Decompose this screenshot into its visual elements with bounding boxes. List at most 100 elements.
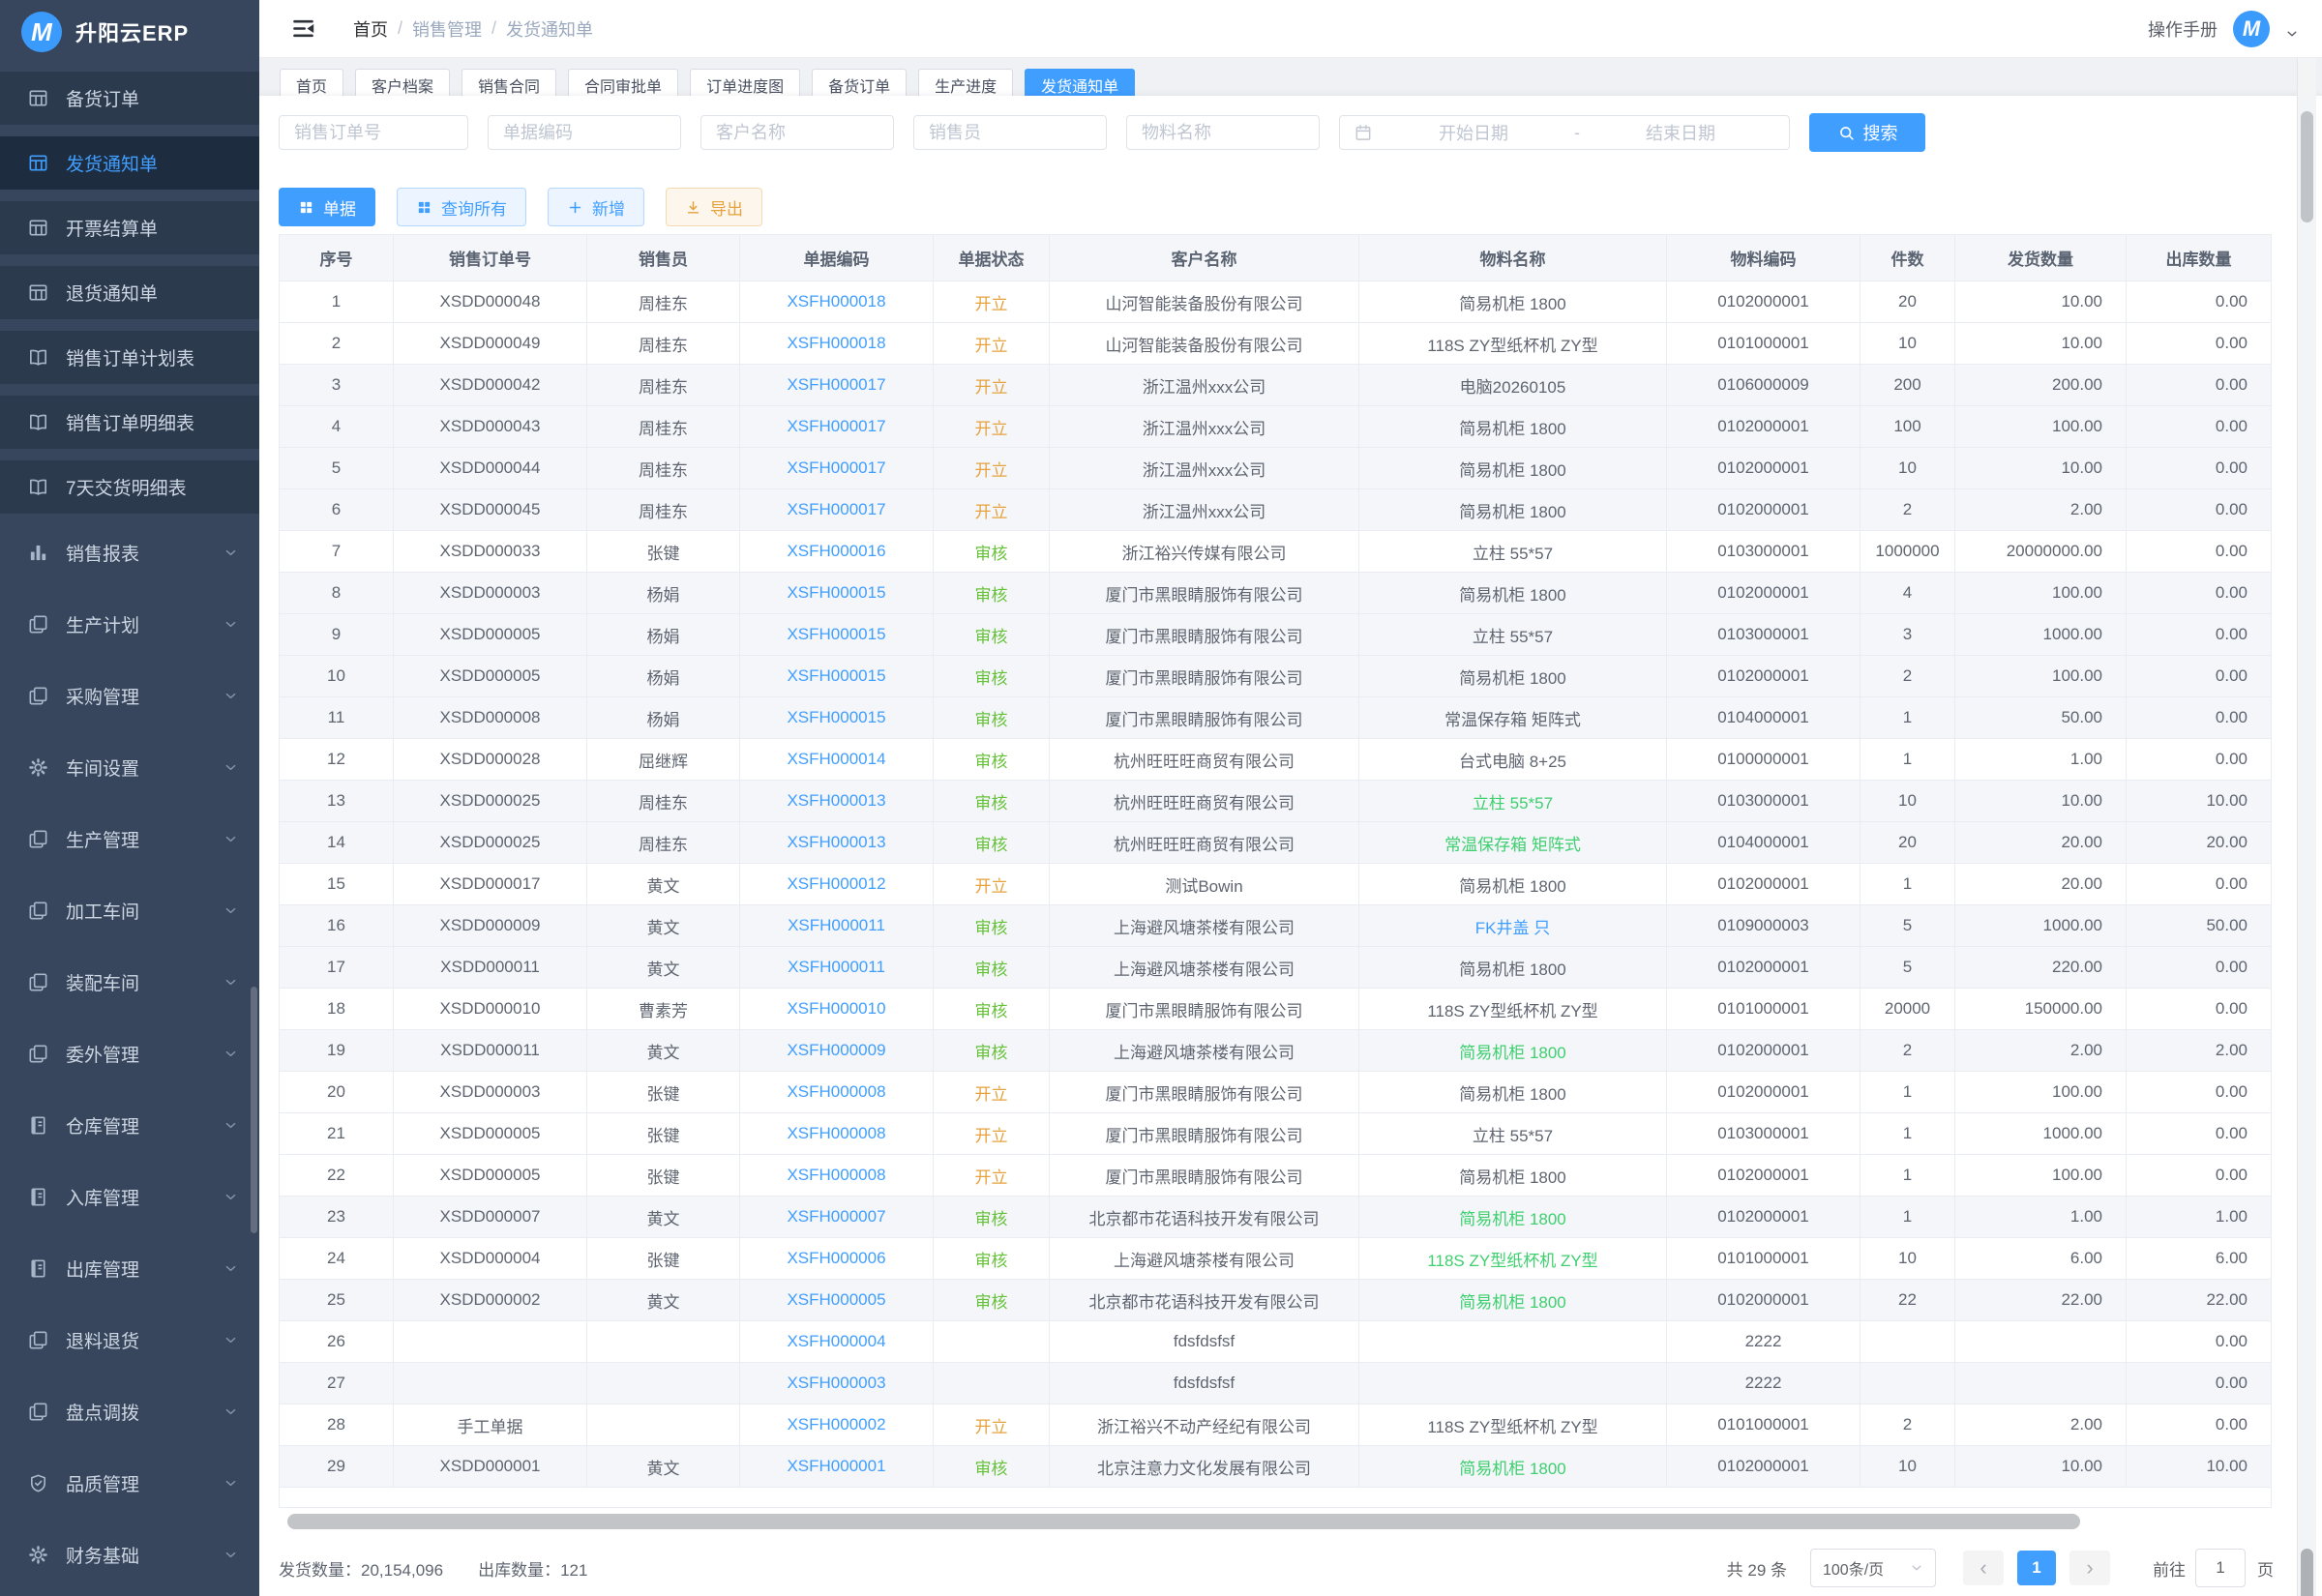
next-page-button[interactable]: › <box>2069 1551 2110 1585</box>
doc-code-link[interactable]: XSFH000011 <box>740 905 934 947</box>
table-row[interactable]: 13XSDD000025周桂东XSFH000013审核杭州旺旺旺商贸有限公司立柱… <box>280 781 2272 822</box>
sidebar-item-退货通知单[interactable]: 退货通知单 <box>0 266 259 319</box>
table-row[interactable]: 8XSDD000003杨娟XSFH000015审核厦门市黑眼睛服饰有限公司简易机… <box>280 573 2272 614</box>
horizontal-scrollbar-thumb[interactable] <box>287 1514 2080 1529</box>
table-row[interactable]: 5XSDD000044周桂东XSFH000017开立浙江温州xxx公司简易机柜 … <box>280 448 2272 489</box>
table-row[interactable]: 19XSDD000011黄文XSFH000009审核上海避风塘茶楼有限公司简易机… <box>280 1030 2272 1072</box>
sidebar-item-生产管理[interactable]: 生产管理 <box>0 812 259 866</box>
sidebar-item-装配车间[interactable]: 装配车间 <box>0 955 259 1009</box>
单据-button[interactable]: 单据 <box>279 188 375 226</box>
sidebar-item-委外管理[interactable]: 委外管理 <box>0 1026 259 1080</box>
sidebar-item-仓库管理[interactable]: 仓库管理 <box>0 1098 259 1152</box>
table-row[interactable]: 23XSDD000007黄文XSFH000007审核北京都市花语科技开发有限公司… <box>280 1197 2272 1238</box>
doc-code-link[interactable]: XSFH000002 <box>740 1404 934 1446</box>
filter-order-input[interactable] <box>279 115 468 150</box>
filter-code-input[interactable] <box>488 115 681 150</box>
filter-customer-input[interactable] <box>700 115 894 150</box>
doc-code-link[interactable]: XSFH000001 <box>740 1446 934 1488</box>
tab-首页[interactable]: 首页 <box>280 69 343 96</box>
goto-page-input[interactable] <box>2195 1549 2246 1587</box>
table-row[interactable]: 27XSFH000003fdsfdsfsf22220.00 <box>280 1363 2272 1404</box>
tab-客户档案[interactable]: 客户档案 <box>355 69 450 96</box>
sidebar-item-品质管理[interactable]: 品质管理 <box>0 1456 259 1510</box>
doc-code-link[interactable]: XSFH000011 <box>740 947 934 989</box>
date-range-picker[interactable]: 开始日期 - 结束日期 <box>1339 115 1790 150</box>
sidebar-item-备货订单[interactable]: 备货订单 <box>0 72 259 125</box>
doc-code-link[interactable]: XSFH000017 <box>740 489 934 531</box>
table-row[interactable]: 22XSDD000005张键XSFH000008开立厦门市黑眼睛服饰有限公司简易… <box>280 1155 2272 1197</box>
table-row[interactable]: 7XSDD000033张键XSFH000016审核浙江裕兴传媒有限公司立柱 55… <box>280 531 2272 573</box>
tab-发货通知单[interactable]: 发货通知单 <box>1025 69 1135 96</box>
sidebar-item-开票结算单[interactable]: 开票结算单 <box>0 201 259 254</box>
breadcrumb-home[interactable]: 首页 <box>353 16 388 42</box>
table-row[interactable]: 1XSDD000048周桂东XSFH000018开立山河智能装备股份有限公司简易… <box>280 281 2272 323</box>
filter-seller-input[interactable] <box>913 115 1107 150</box>
chevron-down-icon[interactable] <box>2285 27 2299 41</box>
doc-code-link[interactable]: XSFH000015 <box>740 656 934 697</box>
table-row[interactable]: 2XSDD000049周桂东XSFH000018开立山河智能装备股份有限公司11… <box>280 323 2272 365</box>
sidebar-scrollbar-thumb[interactable] <box>251 987 257 1233</box>
tab-销售合同[interactable]: 销售合同 <box>461 69 556 96</box>
tab-合同审批单[interactable]: 合同审批单 <box>568 69 678 96</box>
doc-code-link[interactable]: XSFH000010 <box>740 989 934 1030</box>
sidebar-item-采购管理[interactable]: 采购管理 <box>0 668 259 723</box>
sidebar-item-财务基础[interactable]: 财务基础 <box>0 1527 259 1581</box>
sidebar-item-销售报表[interactable]: 销售报表 <box>0 525 259 579</box>
doc-code-link[interactable]: XSFH000008 <box>740 1113 934 1155</box>
page-size-select[interactable]: 100条/页 <box>1810 1549 1936 1587</box>
doc-code-link[interactable]: XSFH000008 <box>740 1072 934 1113</box>
sidebar-item-退料退货[interactable]: 退料退货 <box>0 1313 259 1367</box>
doc-code-link[interactable]: XSFH000013 <box>740 822 934 864</box>
table-row[interactable]: 21XSDD000005张键XSFH000008开立厦门市黑眼睛服饰有限公司立柱… <box>280 1113 2272 1155</box>
doc-code-link[interactable]: XSFH000017 <box>740 406 934 448</box>
doc-code-link[interactable]: XSFH000005 <box>740 1280 934 1321</box>
table-row[interactable]: 6XSDD000045周桂东XSFH000017开立浙江温州xxx公司简易机柜 … <box>280 489 2272 531</box>
tab-生产进度[interactable]: 生产进度 <box>918 69 1013 96</box>
current-page[interactable]: 1 <box>2017 1551 2056 1585</box>
导出-button[interactable]: 导出 <box>666 188 762 226</box>
search-button[interactable]: 搜索 <box>1809 113 1925 152</box>
table-row[interactable]: 16XSDD000009黄文XSFH000011审核上海避风塘茶楼有限公司FK井… <box>280 905 2272 947</box>
sidebar-item-车间设置[interactable]: 车间设置 <box>0 740 259 794</box>
page-scrollbar-thumb[interactable] <box>2301 1549 2313 1596</box>
table-row[interactable]: 24XSDD000004张键XSFH000006审核上海避风塘茶楼有限公司118… <box>280 1238 2272 1280</box>
table-row[interactable]: 29XSDD000001黄文XSFH000001审核北京注意力文化发展有限公司简… <box>280 1446 2272 1488</box>
prev-page-button[interactable]: ‹ <box>1963 1551 2004 1585</box>
table-row[interactable]: 11XSDD000008杨娟XSFH000015审核厦门市黑眼睛服饰有限公司常温… <box>280 697 2272 739</box>
sidebar-item-销售订单明细表[interactable]: 销售订单明细表 <box>0 396 259 449</box>
doc-code-link[interactable]: XSFH000014 <box>740 739 934 781</box>
vertical-scrollbar-thumb[interactable] <box>2301 111 2313 222</box>
sidebar-item-发货通知单[interactable]: 发货通知单 <box>0 136 259 190</box>
filter-material-input[interactable] <box>1126 115 1320 150</box>
doc-code-link[interactable]: XSFH000013 <box>740 781 934 822</box>
table-row[interactable]: 14XSDD000025周桂东XSFH000013审核杭州旺旺旺商贸有限公司常温… <box>280 822 2272 864</box>
collapse-menu-icon[interactable] <box>290 15 316 42</box>
新增-button[interactable]: 新增 <box>548 188 644 226</box>
table-row[interactable]: 4XSDD000043周桂东XSFH000017开立浙江温州xxx公司简易机柜 … <box>280 406 2272 448</box>
tab-备货订单[interactable]: 备货订单 <box>812 69 907 96</box>
sidebar-item-销售订单计划表[interactable]: 销售订单计划表 <box>0 331 259 384</box>
table-row[interactable]: 25XSDD000002黄文XSFH000005审核北京都市花语科技开发有限公司… <box>280 1280 2272 1321</box>
table-row[interactable]: 3XSDD000042周桂东XSFH000017开立浙江温州xxx公司电脑202… <box>280 365 2272 406</box>
sidebar-item-生产计划[interactable]: 生产计划 <box>0 597 259 651</box>
doc-code-link[interactable]: XSFH000016 <box>740 531 934 573</box>
table-row[interactable]: 20XSDD000003张键XSFH000008开立厦门市黑眼睛服饰有限公司简易… <box>280 1072 2272 1113</box>
breadcrumb-sales[interactable]: 销售管理 <box>412 16 482 42</box>
sidebar-item-入库管理[interactable]: 入库管理 <box>0 1169 259 1224</box>
doc-code-link[interactable]: XSFH000009 <box>740 1030 934 1072</box>
doc-code-link[interactable]: XSFH000017 <box>740 448 934 489</box>
table-row[interactable]: 12XSDD000028屈继辉XSFH000014审核杭州旺旺旺商贸有限公司台式… <box>280 739 2272 781</box>
doc-code-link[interactable]: XSFH000018 <box>740 323 934 365</box>
查询所有-button[interactable]: 查询所有 <box>397 188 526 226</box>
table-row[interactable]: 18XSDD000010曹素芳XSFH000010审核厦门市黑眼睛服饰有限公司1… <box>280 989 2272 1030</box>
sidebar-item-出库管理[interactable]: 出库管理 <box>0 1241 259 1295</box>
sidebar-item-盘点调拨[interactable]: 盘点调拨 <box>0 1384 259 1438</box>
doc-code-link[interactable]: XSFH000017 <box>740 365 934 406</box>
doc-code-link[interactable]: XSFH000003 <box>740 1363 934 1404</box>
doc-code-link[interactable]: XSFH000015 <box>740 697 934 739</box>
table-row[interactable]: 17XSDD000011黄文XSFH000011审核上海避风塘茶楼有限公司简易机… <box>280 947 2272 989</box>
table-row[interactable]: 10XSDD000005杨娟XSFH000015审核厦门市黑眼睛服饰有限公司简易… <box>280 656 2272 697</box>
sidebar-item-加工车间[interactable]: 加工车间 <box>0 883 259 937</box>
table-row[interactable]: 26XSFH000004fdsfdsfsf22220.00 <box>280 1321 2272 1363</box>
manual-link[interactable]: 操作手册 <box>2148 16 2218 42</box>
